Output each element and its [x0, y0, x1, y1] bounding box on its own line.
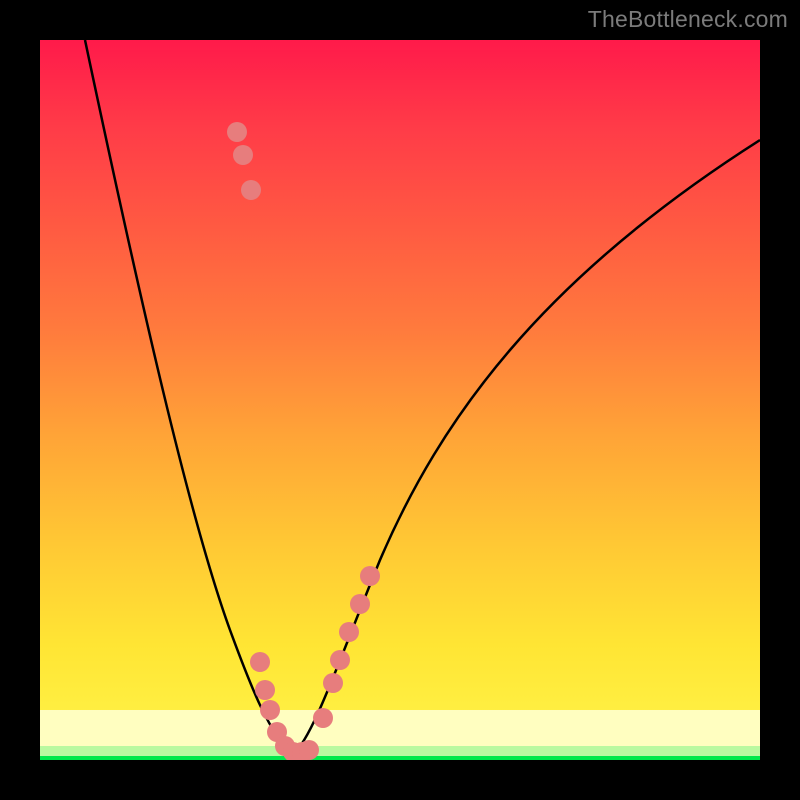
marker-dot [360, 566, 380, 586]
marker-dot [227, 122, 247, 142]
marker-dot [241, 180, 261, 200]
chart-frame: TheBottleneck.com [0, 0, 800, 800]
marker-group [227, 122, 380, 760]
marker-dot [260, 700, 280, 720]
marker-dot [323, 673, 343, 693]
marker-dot [233, 145, 253, 165]
curve-left [85, 40, 293, 754]
marker-dot [313, 708, 333, 728]
chart-svg [40, 40, 760, 760]
curve-right [293, 140, 760, 754]
marker-dot [255, 680, 275, 700]
watermark: TheBottleneck.com [588, 6, 788, 33]
marker-dot [299, 740, 319, 760]
marker-dot [339, 622, 359, 642]
plot-area [40, 40, 760, 760]
marker-dot [330, 650, 350, 670]
marker-dot [350, 594, 370, 614]
marker-dot [250, 652, 270, 672]
